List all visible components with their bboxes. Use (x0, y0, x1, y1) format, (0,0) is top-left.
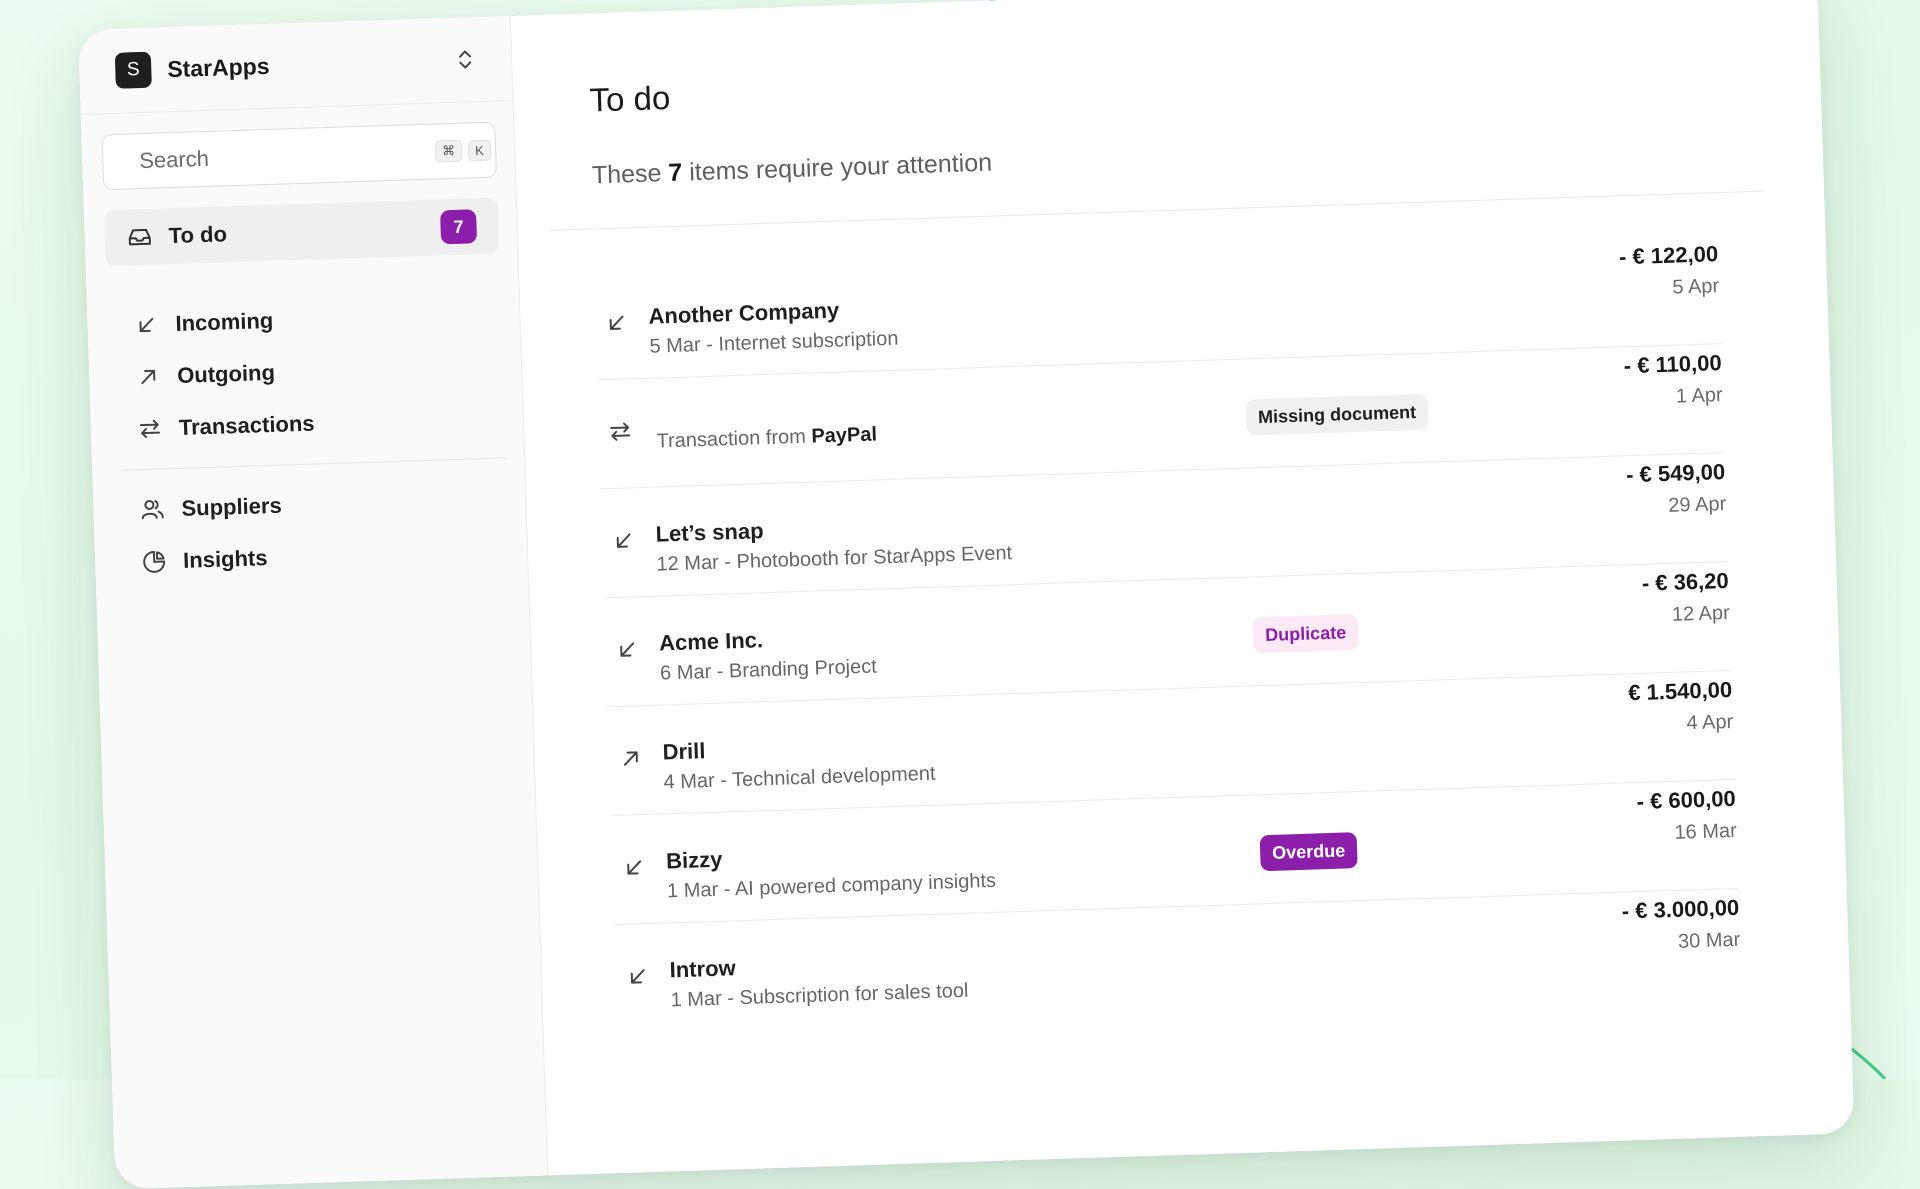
arrows-swap-icon (139, 419, 161, 439)
pie-chart-icon (143, 550, 166, 573)
sidebar-item-label: Transactions (178, 410, 315, 440)
chevron-up-down-icon[interactable] (455, 47, 476, 72)
arrow-up-right-icon (141, 369, 156, 385)
sidebar-divider (122, 457, 507, 471)
summary-count: 7 (667, 158, 683, 188)
item-title: Introw (669, 955, 737, 983)
arrow-down-left-icon (139, 317, 154, 333)
sidebar-item-transactions[interactable]: Transactions (120, 391, 505, 455)
summary-suffix: items require your attention (681, 148, 993, 187)
item-amount: - € 3.000,00 (1621, 894, 1740, 924)
sidebar-item-label: Insights (182, 545, 268, 573)
item-date: 30 Mar (1677, 928, 1741, 953)
page-title: To do (588, 78, 671, 119)
item-amount: - € 549,00 (1625, 459, 1726, 488)
workspace-avatar: S (114, 51, 152, 89)
item-subtitle: 12 Mar - Photobooth for StarApps Event (656, 542, 1013, 576)
header-divider (549, 190, 1765, 231)
search-icon (123, 150, 124, 174)
item-date: 4 Apr (1686, 710, 1734, 735)
item-title: Transaction from PayPal (656, 423, 877, 453)
main-content: To do These 7 items require your attenti… (511, 0, 1855, 1175)
users-icon (141, 499, 164, 520)
item-date: 1 Apr (1675, 384, 1723, 408)
sidebar-item-label: To do (168, 221, 228, 249)
transaction-prefix: Transaction from (656, 425, 812, 453)
sidebar-item-insights[interactable]: Insights (124, 524, 509, 588)
sidebar-item-label: Suppliers (181, 492, 283, 521)
todo-count-badge: 7 (440, 209, 478, 245)
arrow-down-left-icon (616, 533, 631, 548)
item-date: 16 Mar (1674, 819, 1738, 844)
item-amount: - € 110,00 (1623, 350, 1722, 379)
shortcut-k-key: K (467, 139, 492, 161)
item-title: Bizzy (665, 846, 723, 874)
item-title: Let’s snap (655, 518, 764, 547)
transaction-source: PayPal (811, 423, 878, 448)
inbox-icon (128, 228, 151, 246)
item-amount: € 1.540,00 (1627, 676, 1733, 706)
arrow-down-left-icon (620, 642, 635, 657)
missing-document-tag: Missing document (1245, 393, 1429, 436)
search-input[interactable] (136, 137, 430, 176)
item-amount: - € 600,00 (1636, 785, 1737, 815)
item-amount: - € 36,20 (1641, 568, 1730, 596)
item-subtitle: 5 Mar - Internet subscription (649, 327, 899, 358)
item-date: 29 Apr (1668, 493, 1727, 517)
item-subtitle: 6 Mar - Branding Project (659, 655, 878, 685)
arrow-down-left-icon (630, 969, 645, 984)
item-subtitle: 4 Mar - Technical development (663, 762, 936, 794)
app-window: S StarApps ⌘ K To do 7 (78, 0, 1855, 1189)
arrow-down-left-icon (627, 860, 642, 875)
shortcut-cmd-key: ⌘ (434, 139, 463, 163)
search-box[interactable]: ⌘ K (101, 121, 497, 191)
arrow-up-right-icon (624, 751, 638, 766)
todo-list: Another Company 5 Mar - Internet subscri… (579, 234, 1790, 1034)
item-subtitle: 1 Mar - Subscription for sales tool (670, 979, 969, 1012)
sidebar-item-label: Outgoing (176, 359, 276, 388)
attention-summary: These 7 items require your attention (592, 124, 1763, 191)
summary-prefix: These (591, 159, 669, 190)
workspace-switcher[interactable]: S StarApps (78, 16, 513, 115)
arrows-swap-icon (610, 422, 631, 441)
overdue-tag: Overdue (1259, 832, 1358, 872)
workspace-name: StarApps (166, 52, 270, 82)
sidebar-item-label: Incoming (175, 307, 274, 336)
item-title: Drill (662, 738, 706, 765)
item-date: 12 Apr (1671, 601, 1731, 626)
item-amount: - € 122,00 (1618, 241, 1719, 270)
item-title: Acme Inc. (658, 627, 764, 656)
duplicate-tag: Duplicate (1252, 613, 1359, 654)
arrow-down-left-icon (609, 315, 624, 330)
item-date: 5 Apr (1672, 275, 1720, 299)
item-subtitle: 1 Mar - AI powered company insights (666, 869, 997, 903)
sidebar: S StarApps ⌘ K To do 7 (78, 16, 549, 1189)
item-title: Another Company (648, 297, 840, 329)
